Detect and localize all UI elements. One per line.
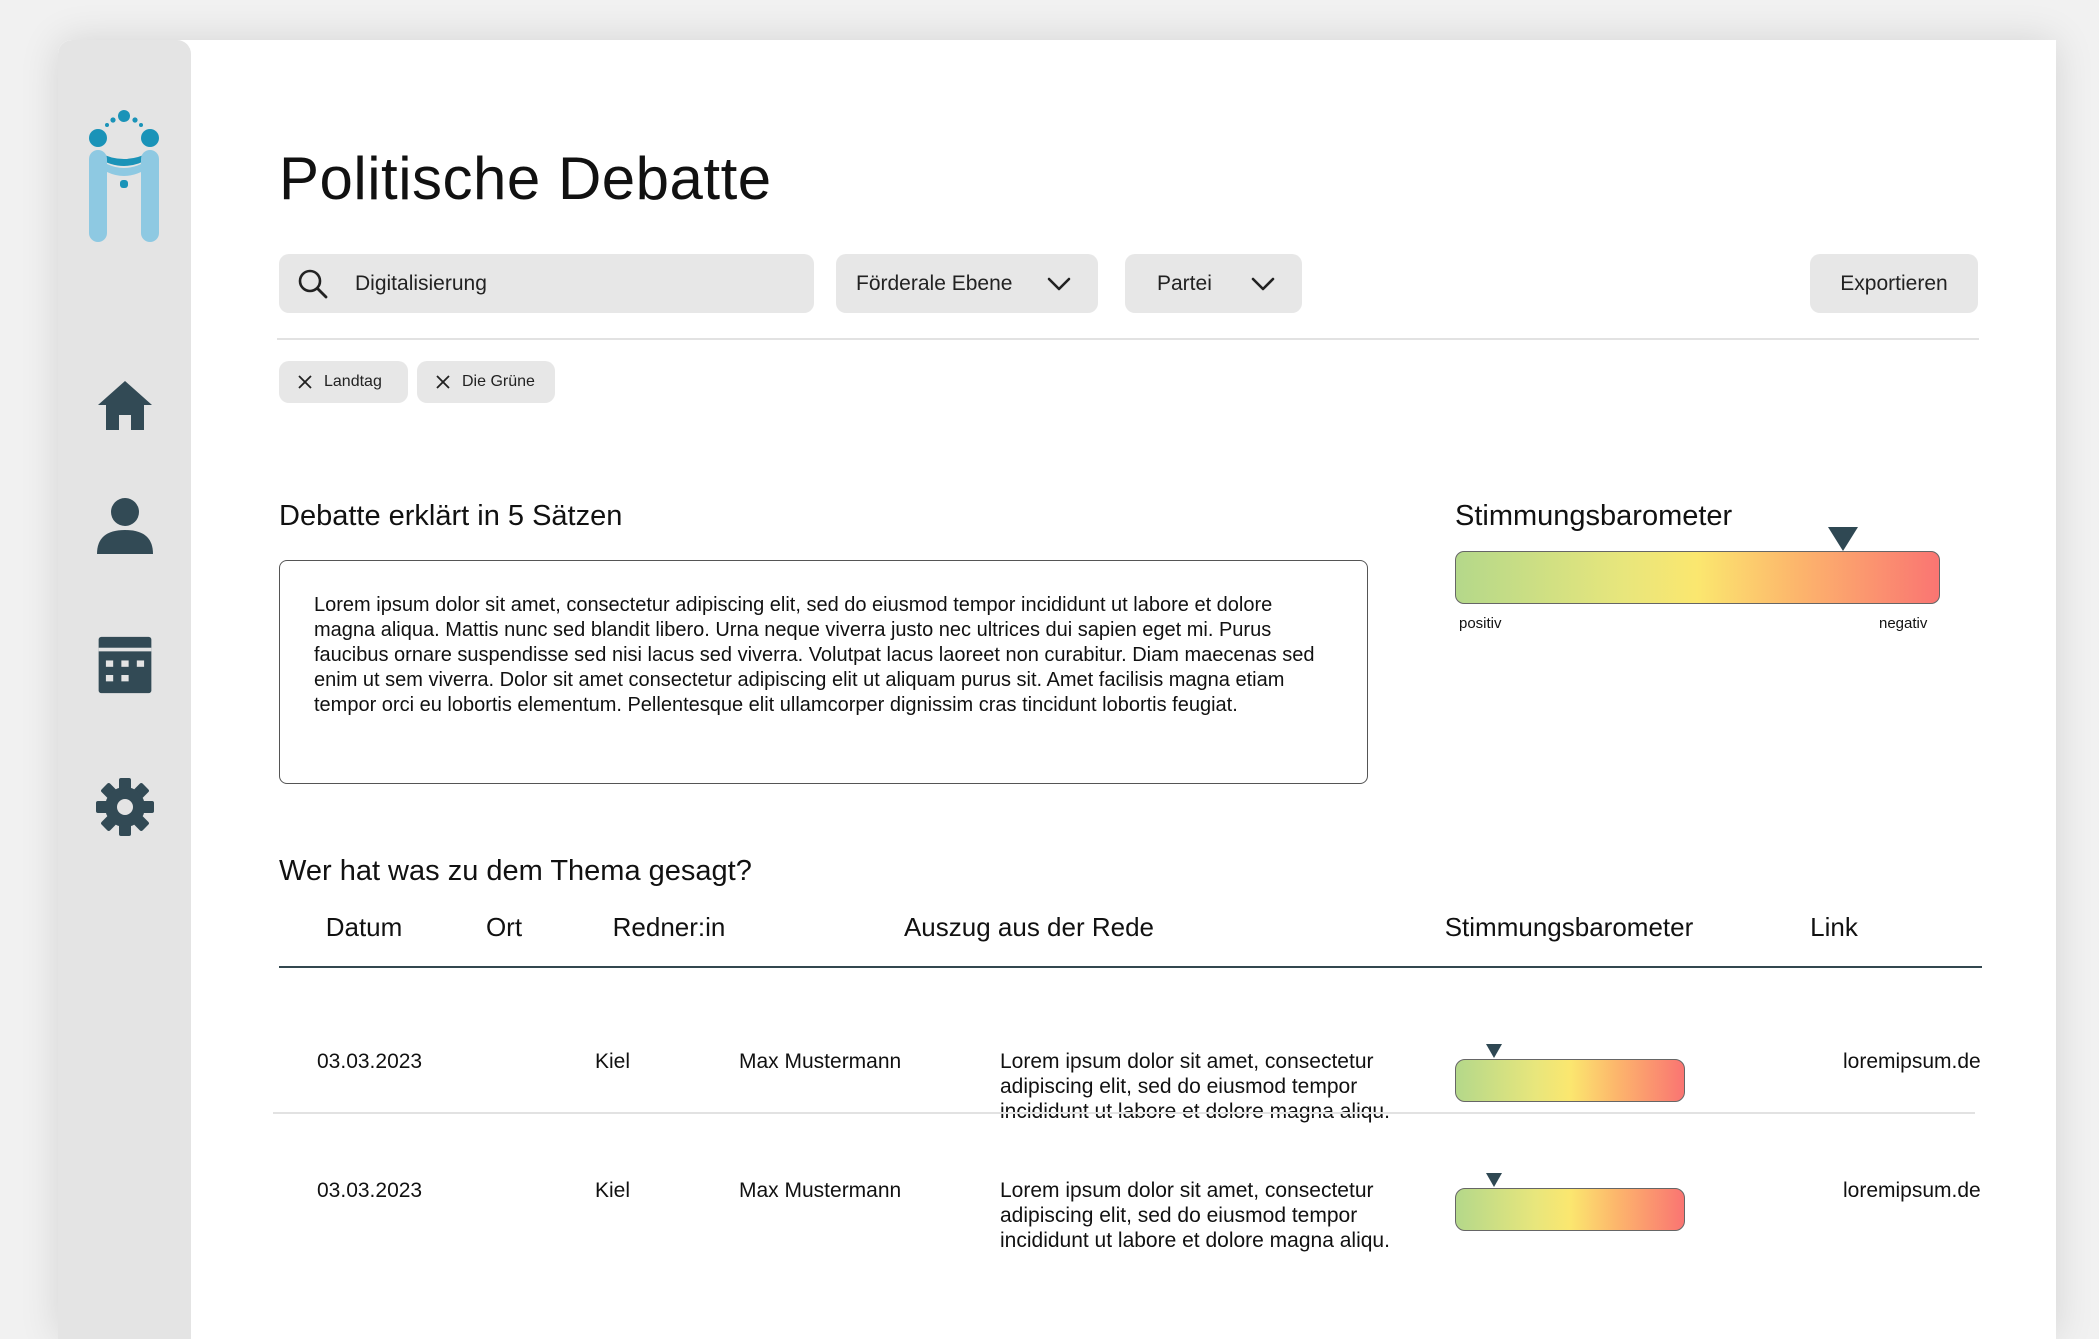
cell-link[interactable]: loremipsum.de xyxy=(1843,1179,1981,1203)
table-header-line xyxy=(279,966,1982,968)
cell-ort: Kiel xyxy=(595,1050,631,1073)
barometer-marker xyxy=(1828,527,1858,551)
barometer-bar xyxy=(1455,551,1940,604)
sidebar-item-profile[interactable] xyxy=(95,496,155,556)
summary-title: Debatte erklärt in 5 Sätzen xyxy=(279,500,623,532)
cell-redner: Max Mustermann xyxy=(739,1050,902,1073)
column-header-link: Link xyxy=(1810,912,1858,942)
cell-auszug: Lorem ipsum dolor sit amet, consectetur … xyxy=(1000,1179,1390,1252)
column-header-redner: Redner:in xyxy=(612,912,726,942)
page-title: Politische Debatte xyxy=(279,145,772,212)
main-content: Politische Debatte Förderale Ebene Parte… xyxy=(191,40,2056,1339)
sidebar-item-calendar[interactable] xyxy=(95,635,155,695)
summary-text: Lorem ipsum dolor sit amet, consectetur … xyxy=(314,594,1315,716)
row-barometer-bar xyxy=(1455,1059,1685,1102)
filter-chip-landtag[interactable]: Landtag xyxy=(279,361,408,403)
filter-partei-dropdown[interactable]: Partei xyxy=(1125,254,1302,313)
filter-foederale-ebene-dropdown[interactable]: Förderale Ebene xyxy=(836,254,1098,313)
search-bar[interactable] xyxy=(279,254,814,313)
sidebar-item-home[interactable] xyxy=(95,375,155,435)
chevron-down-icon xyxy=(1251,277,1275,290)
row-barometer-marker xyxy=(1486,1173,1503,1187)
chip-label: Die Grüne xyxy=(462,373,535,390)
close-icon[interactable] xyxy=(297,374,313,390)
column-header-auszug: Auszug aus der Rede xyxy=(903,912,1155,942)
cell-link[interactable]: loremipsum.de xyxy=(1843,1050,1981,1074)
search-icon xyxy=(298,269,328,298)
table-title: Wer hat was zu dem Thema gesagt? xyxy=(279,855,752,887)
export-button[interactable]: Exportieren xyxy=(1810,254,1978,313)
filter-partei-label: Partei xyxy=(1157,271,1212,295)
cell-redner: Max Mustermann xyxy=(739,1179,902,1202)
app-window: Politische Debatte Förderale Ebene Parte… xyxy=(58,40,2056,1339)
barometer-label-negative: negativ xyxy=(1879,615,1928,632)
filter-foederale-ebene-label: Förderale Ebene xyxy=(856,271,1013,295)
row-barometer-bar xyxy=(1455,1188,1685,1231)
barometer-label-positive: positiv xyxy=(1459,615,1502,632)
barometer-title: Stimmungsbarometer xyxy=(1455,500,1733,532)
column-header-stimmung: Stimmungsbarometer xyxy=(1444,912,1694,942)
row-barometer-marker xyxy=(1486,1044,1503,1058)
logo-icon xyxy=(86,106,162,242)
close-icon[interactable] xyxy=(435,374,451,390)
cell-datum: 03.03.2023 xyxy=(317,1179,423,1202)
chip-label: Landtag xyxy=(324,373,382,390)
search-input[interactable] xyxy=(355,271,775,296)
filter-chip-die-gruene[interactable]: Die Grüne xyxy=(417,361,555,403)
cell-datum: 03.03.2023 xyxy=(317,1050,423,1073)
sidebar-item-settings[interactable] xyxy=(95,777,155,837)
cell-ort: Kiel xyxy=(595,1179,631,1202)
calendar-icon xyxy=(98,636,152,694)
column-header-ort: Ort xyxy=(485,912,523,942)
column-header-datum: Datum xyxy=(325,912,403,942)
home-icon xyxy=(98,381,152,430)
sidebar xyxy=(58,40,191,1339)
chevron-down-icon xyxy=(1047,277,1071,290)
summary-box: Lorem ipsum dolor sit amet, consectetur … xyxy=(279,560,1368,784)
user-icon xyxy=(97,498,153,554)
toolbar-divider xyxy=(277,338,1979,340)
gear-icon xyxy=(96,778,154,836)
row-divider xyxy=(273,1112,1975,1114)
